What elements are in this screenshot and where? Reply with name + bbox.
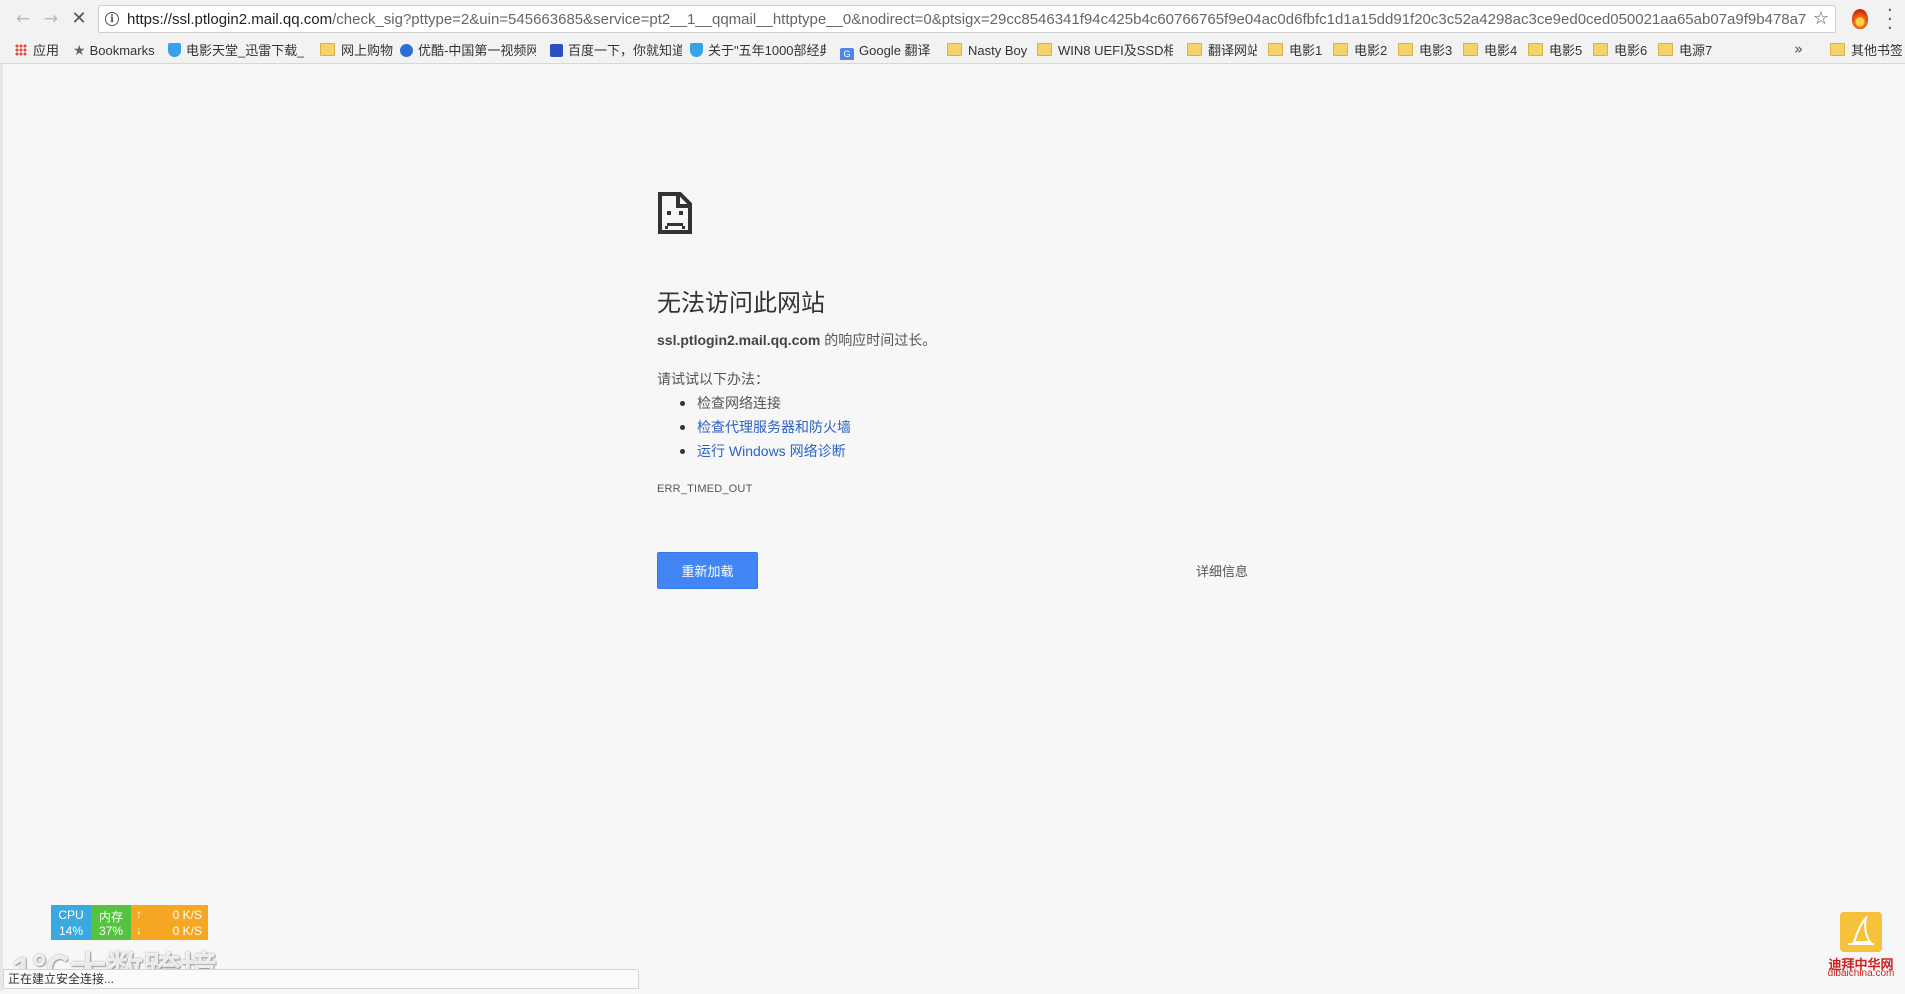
cpu-value: 14% [58,924,84,938]
bookmark-star-icon[interactable]: ☆ [1813,8,1829,29]
bookmark-item[interactable]: 电影5 [1528,41,1586,60]
bookmark-item[interactable]: 电影6 [1593,41,1651,60]
folder-icon [1528,43,1543,56]
sail-emblem-icon [1840,912,1882,952]
cpu-usage: CPU 14% [51,905,91,940]
system-monitor-widget[interactable]: CPU 14% 内存 37% ↑ 0 K/S ↓ 0 K/S [51,905,208,940]
corner-site-logo: 迪拜中华网 dibaichina.com [1824,912,1898,980]
apps-grid-icon [15,44,27,56]
suggestion-check-proxy-link[interactable]: 检查代理服务器和防火墙 [680,415,851,439]
folder-icon [320,43,335,56]
browser-menu-icon[interactable]: · · · [1887,2,1893,38]
folder-icon [1398,43,1413,56]
window-left-edge [0,64,3,991]
bookmarks-bar: 应用 ★ Bookmarks 电影天堂_迅雷下载_... 网上购物 优酷-中国第一… [0,38,1905,64]
folder-icon [1593,43,1608,56]
cpu-label: CPU [58,908,84,922]
upload-arrow-icon: ↑ [136,907,142,921]
folder-icon [1187,43,1202,56]
bookmark-item[interactable]: 电影3 [1398,41,1456,60]
back-arrow-icon[interactable]: ← [13,9,33,29]
details-button[interactable]: 详细信息 [1196,561,1248,580]
bookmark-item[interactable]: 百度一下，你就知道 [550,41,682,60]
memory-value: 37% [98,924,124,938]
bookmark-item[interactable]: WIN8 UEFI及SSD相... [1037,41,1173,60]
error-host: ssl.ptlogin2.mail.qq.com [657,332,821,348]
suggestions-list: 检查网络连接 检查代理服务器和防火墙 运行 Windows 网络诊断 [657,391,851,463]
shield-icon [168,43,181,57]
folder-icon [1037,43,1052,56]
bookmark-item[interactable]: 关于"五年1000部经典... [690,41,826,60]
bookmark-item[interactable]: G Google 翻译 [840,41,936,60]
baidu-paw-icon [550,44,563,57]
folder-icon [1658,43,1673,56]
bookmark-item[interactable]: 电影4 [1463,41,1521,60]
bookmark-item[interactable]: 电影1 [1268,41,1326,60]
bookmark-item[interactable]: 网上购物 [320,41,396,60]
shield-icon [690,43,703,57]
folder-icon [1268,43,1283,56]
error-message: ssl.ptlogin2.mail.qq.com 的响应时间过长。 [657,330,936,350]
bookmark-item[interactable]: 翻译网站 [1187,41,1257,60]
suggestion-check-network: 检查网络连接 [680,391,851,415]
memory-label: 内存 [98,910,123,924]
browser-toolbar: ← → ✕ i https://ssl.ptlogin2.mail.qq.com… [0,0,1905,39]
other-bookmarks[interactable]: 其他书签 [1830,41,1902,60]
url-path: /check_sig?pttype=2&uin=545663685&servic… [332,11,1807,28]
folder-icon [947,43,962,56]
bookmark-item[interactable]: 优酷-中国第一视频网... [400,41,536,60]
url-text[interactable]: https://ssl.ptlogin2.mail.qq.com/check_s… [127,11,1807,28]
forward-arrow-icon[interactable]: → [41,9,61,29]
memory-usage: 内存 37% [91,905,131,940]
folder-icon [1830,43,1845,56]
reload-button[interactable]: 重新加载 [657,552,758,589]
folder-icon [1463,43,1478,56]
bookmark-item[interactable]: 电影天堂_迅雷下载_... [168,41,304,60]
extension-flame-icon[interactable] [1852,9,1868,29]
bookmark-apps[interactable]: 应用 [15,41,65,60]
logo-domain-text: dibaichina.com [1827,968,1895,979]
suggestions-label: 请试试以下办法： [657,371,769,387]
error-code: ERR_TIMED_OUT [657,483,753,495]
bookmark-item[interactable]: 电影2 [1333,41,1391,60]
more-bookmarks-chevron-icon[interactable]: » [1794,40,1803,58]
network-speed: ↑ 0 K/S ↓ 0 K/S [131,905,208,940]
suggestion-windows-diagnostics-link[interactable]: 运行 Windows 网络诊断 [680,439,851,463]
play-circle-icon [400,44,413,57]
download-speed: 0 K/S [172,924,202,938]
folder-icon [1333,43,1348,56]
stop-loading-icon[interactable]: ✕ [69,9,89,29]
error-title: 无法访问此网站 [657,290,825,317]
bookmark-bookmarks[interactable]: ★ Bookmarks [73,41,163,60]
upload-speed: 0 K/S [172,908,202,922]
download-arrow-icon: ↓ [136,923,142,937]
star-icon: ★ [73,42,86,58]
bookmark-item[interactable]: 电源7 [1658,41,1716,60]
url-host: https://ssl.ptlogin2.mail.qq.com [127,11,333,28]
status-bar: 正在建立安全连接... [3,969,639,989]
sad-document-icon [658,192,692,234]
google-translate-icon: G [840,48,854,60]
error-message-text: 的响应时间过长。 [820,332,937,348]
address-bar[interactable]: i https://ssl.ptlogin2.mail.qq.com/check… [98,5,1836,33]
site-info-icon[interactable]: i [105,12,119,26]
bookmark-item[interactable]: Nasty Boy [947,41,1027,60]
